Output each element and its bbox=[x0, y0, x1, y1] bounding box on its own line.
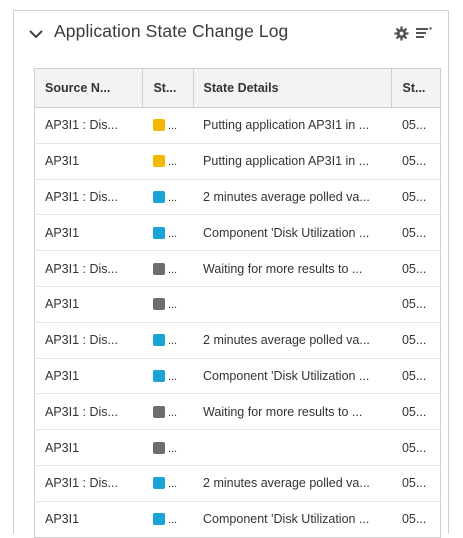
state-details-cell: Waiting for more results to ... bbox=[193, 250, 392, 287]
state-details-cell bbox=[193, 286, 392, 323]
table-row[interactable]: AP3I1 : Dis...... Waiting for more result… bbox=[34, 393, 441, 431]
state-color-indicator bbox=[152, 441, 165, 454]
table-row[interactable]: AP3I1... 05... bbox=[34, 429, 441, 466]
state-details-cell: 2 minutes average polled va... bbox=[193, 465, 392, 502]
state-text: ... bbox=[167, 478, 178, 491]
state-color-indicator bbox=[152, 262, 165, 275]
state-cell: ... bbox=[142, 143, 194, 180]
state-color-indicator bbox=[152, 226, 165, 239]
state-color-indicator bbox=[152, 477, 165, 490]
table-row[interactable]: AP3I1... Putting application AP3I1 in ...… bbox=[34, 143, 441, 180]
start-time-cell: 05... bbox=[401, 512, 427, 527]
source-name-cell: AP3I1 : Dis... bbox=[34, 322, 143, 359]
state-text: ... bbox=[167, 227, 178, 240]
state-color-indicator bbox=[152, 369, 165, 382]
state-text: ... bbox=[167, 156, 178, 169]
state-details-cell: Component 'Disk Utilization ... bbox=[193, 214, 392, 252]
panel-title: Application State Change Log bbox=[54, 21, 289, 41]
state-color-indicator bbox=[152, 190, 165, 203]
source-name-cell: AP3I1 bbox=[34, 143, 143, 180]
start-time-cell: 05... bbox=[391, 286, 441, 323]
state-cell: ... bbox=[142, 107, 194, 144]
column-header-state[interactable]: St... bbox=[142, 68, 194, 108]
start-time-cell: 05... bbox=[391, 358, 441, 395]
state-cell: ... bbox=[142, 214, 194, 252]
state-text: ... bbox=[167, 335, 178, 348]
source-name-cell: AP3I1 bbox=[34, 286, 143, 323]
table-row[interactable]: AP3I1 : Dis...... Waiting for more result… bbox=[34, 250, 441, 287]
state-details-cell: 2 minutes average polled va... bbox=[193, 322, 392, 359]
table-row[interactable]: AP3I1... Component 'Disk Utilization ... 0… bbox=[34, 358, 441, 395]
state-color-indicator bbox=[152, 155, 165, 168]
source-name-cell: AP3I1 : Dis... bbox=[34, 393, 143, 431]
state-text: ... bbox=[167, 299, 178, 312]
state-cell: ... bbox=[142, 358, 194, 395]
state-details-cell: Component 'Disk Utilization ... bbox=[193, 358, 392, 395]
state-details-cell bbox=[193, 429, 392, 466]
state-color-indicator bbox=[152, 513, 165, 526]
state-cell: ... bbox=[142, 429, 194, 466]
source-name-cell: AP3I1 : Dis... bbox=[34, 179, 143, 216]
state-text: ... bbox=[167, 263, 178, 276]
state-cell: ... bbox=[142, 322, 194, 359]
start-time-cell: 05... bbox=[391, 214, 441, 252]
state-text: ... bbox=[167, 120, 178, 133]
table-row[interactable]: AP3I1 : Dis...... 2 minutes average polle… bbox=[34, 322, 441, 359]
state-cell: ... bbox=[142, 393, 194, 431]
state-text: ... bbox=[167, 406, 178, 419]
gear-icon[interactable] bbox=[394, 26, 409, 41]
start-time-cell: 05... bbox=[391, 322, 441, 359]
table-row[interactable]: AP3I1... 05... bbox=[34, 286, 441, 323]
source-name-cell: AP3I1 bbox=[45, 512, 80, 527]
table-row[interactable]: AP3I1... Component 'Disk Utilization ... 0… bbox=[34, 214, 441, 252]
state-details-cell: Putting application AP3I1 in ... bbox=[193, 143, 392, 180]
state-text: ... bbox=[167, 442, 178, 455]
chevron-down-icon[interactable] bbox=[28, 26, 44, 42]
state-cell: ... bbox=[142, 465, 194, 502]
state-color-indicator bbox=[152, 119, 165, 132]
table-header-row: Source N... St... State Details St... bbox=[34, 68, 441, 108]
state-cell: ... bbox=[142, 286, 194, 323]
table-row[interactable]: AP3I1 : Dis...... 2 minutes average polle… bbox=[34, 465, 441, 502]
state-text: ... bbox=[167, 370, 178, 383]
table-row[interactable]: AP3I1 : Dis...... Putting application AP3… bbox=[34, 107, 441, 144]
table-row[interactable]: AP3I1 : Dis...... 2 minutes average polle… bbox=[34, 179, 441, 216]
state-change-table: Source N... St... State Details St... AP… bbox=[34, 68, 441, 538]
column-menu-icon[interactable] bbox=[416, 26, 432, 40]
state-cell: ... bbox=[142, 179, 194, 216]
source-name-cell: AP3I1 bbox=[34, 429, 143, 466]
source-name-cell: AP3I1 : Dis... bbox=[34, 107, 143, 144]
start-time-cell: 05... bbox=[391, 393, 441, 431]
state-details-cell: Waiting for more results to ... bbox=[193, 393, 392, 431]
state-cell: ... bbox=[142, 250, 194, 287]
state-color-indicator bbox=[152, 334, 165, 347]
state-details-cell: Component 'Disk Utilization ... bbox=[203, 512, 370, 527]
state-cell: ... bbox=[143, 501, 193, 537]
column-header-state-details[interactable]: State Details bbox=[193, 68, 393, 108]
start-time-cell: 05... bbox=[391, 250, 441, 287]
source-name-cell: AP3I1 : Dis... bbox=[34, 465, 143, 502]
panel-header: Application State Change Log bbox=[14, 11, 448, 56]
state-color-indicator bbox=[152, 405, 165, 418]
start-time-cell: 05... bbox=[391, 429, 441, 466]
start-time-cell: 05... bbox=[391, 179, 441, 216]
table-row[interactable]: AP3I1... Component 'Disk Utilization ... 0… bbox=[35, 501, 441, 537]
column-header-start-time[interactable]: St... bbox=[391, 68, 441, 108]
column-header-source-name[interactable]: Source N... bbox=[34, 68, 144, 108]
state-change-log-panel: Application State Change Log Source N...… bbox=[13, 10, 449, 538]
start-time-cell: 05... bbox=[391, 143, 441, 180]
source-name-cell: AP3I1 bbox=[34, 358, 143, 395]
start-time-cell: 05... bbox=[391, 107, 441, 144]
state-text: ... bbox=[167, 514, 178, 527]
state-details-cell: Putting application AP3I1 in ... bbox=[193, 107, 392, 144]
state-text: ... bbox=[167, 191, 178, 204]
source-name-cell: AP3I1 : Dis... bbox=[34, 250, 143, 287]
state-details-cell: 2 minutes average polled va... bbox=[193, 179, 392, 216]
state-color-indicator bbox=[152, 298, 165, 311]
start-time-cell: 05... bbox=[391, 465, 441, 502]
source-name-cell: AP3I1 bbox=[34, 214, 143, 252]
